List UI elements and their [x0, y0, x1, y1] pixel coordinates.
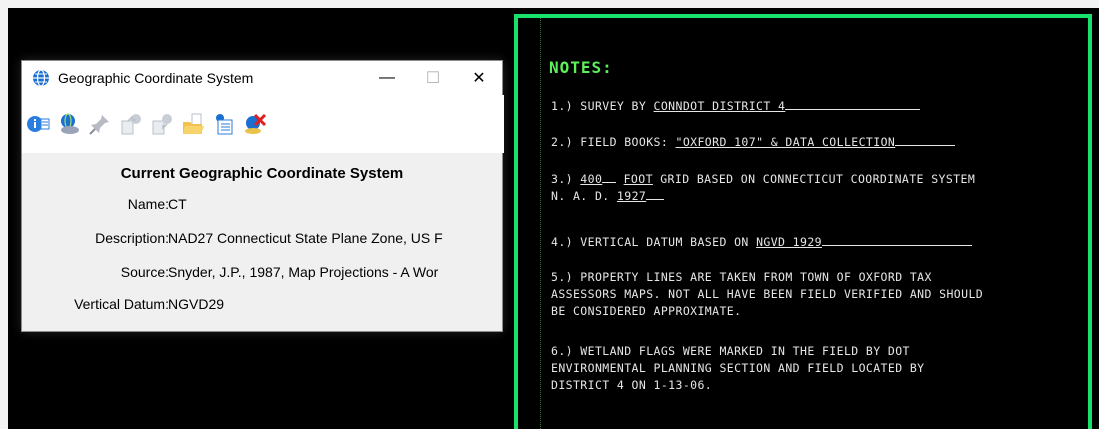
- maximize-button[interactable]: ☐: [410, 61, 456, 95]
- source-label: Source:: [120, 264, 169, 280]
- note-2-underline: [895, 132, 956, 146]
- vertical-datum-label: Vertical Datum:: [74, 296, 169, 312]
- import-button[interactable]: [148, 110, 176, 138]
- pin-icon: [89, 115, 109, 135]
- description-label: Description:: [95, 230, 169, 246]
- note-6-line-2: ENVIRONMENTAL PLANNING SECTION AND FIELD…: [551, 361, 925, 375]
- note-1-prefix: 1.) SURVEY BY: [551, 99, 654, 113]
- section-heading: Current Geographic Coordinate System: [120, 165, 404, 182]
- source-row: Source: Snyder, J.P., 1987, Map Projecti…: [22, 264, 502, 284]
- delete-icon: [245, 113, 267, 134]
- note-1-value: CONNDOT DISTRICT 4: [653, 99, 786, 113]
- window-frame-left: [0, 0, 8, 429]
- note-1-underline: [785, 96, 921, 110]
- minimize-button[interactable]: —: [364, 61, 410, 95]
- note-3-value-2: FOOT: [623, 172, 653, 186]
- open-folder-icon: [183, 113, 204, 134]
- note-4-underline: [821, 232, 972, 246]
- globe-icon: [33, 69, 49, 87]
- export-icon: [121, 114, 141, 135]
- cad-notes-panel[interactable]: NOTES: 1.) SURVEY BY CONNDOT DISTRICT 4 …: [514, 14, 1092, 429]
- name-row: Name: CT: [22, 196, 502, 216]
- close-button[interactable]: ✕: [456, 61, 502, 95]
- note-5-line-3: BE CONSIDERED APPROXIMATE.: [551, 304, 742, 318]
- title-bar[interactable]: Geographic Coordinate System — ☐ ✕: [22, 61, 502, 95]
- note-3-underline-2: [646, 186, 665, 200]
- vertical-datum-row: Vertical Datum: NGVD29: [22, 296, 502, 316]
- note-5-line-1: 5.) PROPERTY LINES ARE TAKEN FROM TOWN O…: [551, 270, 932, 284]
- dialog-content: Current Geographic Coordinate System Nam…: [22, 153, 502, 331]
- open-folder-button[interactable]: [179, 110, 207, 138]
- note-2-value: "OXFORD 107" & DATA COLLECTION: [675, 135, 896, 149]
- pin-button[interactable]: [86, 110, 114, 138]
- delete-button[interactable]: [241, 110, 269, 138]
- description-row: Description: NAD27 Connecticut State Pla…: [22, 230, 502, 250]
- note-4: 4.) VERTICAL DATUM BASED ON NGVD 1929: [551, 232, 972, 251]
- name-label: Name:: [127, 196, 169, 212]
- window-frame-top: [0, 0, 1099, 8]
- note-3-line-2: N. A. D. 1927: [551, 186, 665, 205]
- note-3-rest: GRID BASED ON CONNECTICUT COORDINATE SYS…: [652, 172, 976, 186]
- globe-disk-button[interactable]: [55, 110, 83, 138]
- note-4-prefix: 4.) VERTICAL DATUM BASED ON: [551, 235, 757, 249]
- info-button[interactable]: [24, 110, 52, 138]
- note-1: 1.) SURVEY BY CONNDOT DISTRICT 4: [551, 96, 921, 115]
- dotted-guide-line: [540, 18, 541, 429]
- geographic-coordinate-system-dialog: Geographic Coordinate System — ☐ ✕ Curre…: [21, 60, 504, 332]
- note-3-mid: [616, 172, 623, 186]
- note-2-prefix: 2.) FIELD BOOKS:: [551, 135, 676, 149]
- note-3-value-1: 400: [580, 172, 603, 186]
- name-value: CT: [168, 196, 187, 212]
- note-6-line-3: DISTRICT 4 ON 1-13-06.: [551, 378, 713, 392]
- note-5-line-2: ASSESSORS MAPS. NOT ALL HAVE BEEN FIELD …: [551, 287, 984, 301]
- import-icon: [152, 114, 172, 135]
- info-icon: [27, 116, 50, 132]
- note-2: 2.) FIELD BOOKS: "OXFORD 107" & DATA COL…: [551, 132, 956, 151]
- dialog-title: Geographic Coordinate System: [58, 70, 254, 86]
- note-3-underline-1: [602, 169, 617, 183]
- globe-disk-icon: [61, 113, 79, 134]
- note-6-line-1: 6.) WETLAND FLAGS WERE MARKED IN THE FIE…: [551, 344, 910, 358]
- note-4-value: NGVD 1929: [756, 235, 822, 249]
- source-value: Snyder, J.P., 1987, Map Projections - A …: [168, 264, 439, 280]
- note-3-prefix: 3.): [551, 172, 581, 186]
- list-icon: [216, 114, 233, 135]
- list-button[interactable]: [210, 110, 238, 138]
- export-button[interactable]: [117, 110, 145, 138]
- description-value: NAD27 Connecticut State Plane Zone, US F: [168, 230, 443, 246]
- vertical-datum-value: NGVD29: [168, 296, 225, 312]
- notes-title: NOTES:: [549, 58, 613, 77]
- toolbar: [22, 95, 504, 153]
- note-3-line2-value: 1927: [616, 189, 647, 203]
- note-3-line2-prefix: N. A. D.: [551, 189, 617, 203]
